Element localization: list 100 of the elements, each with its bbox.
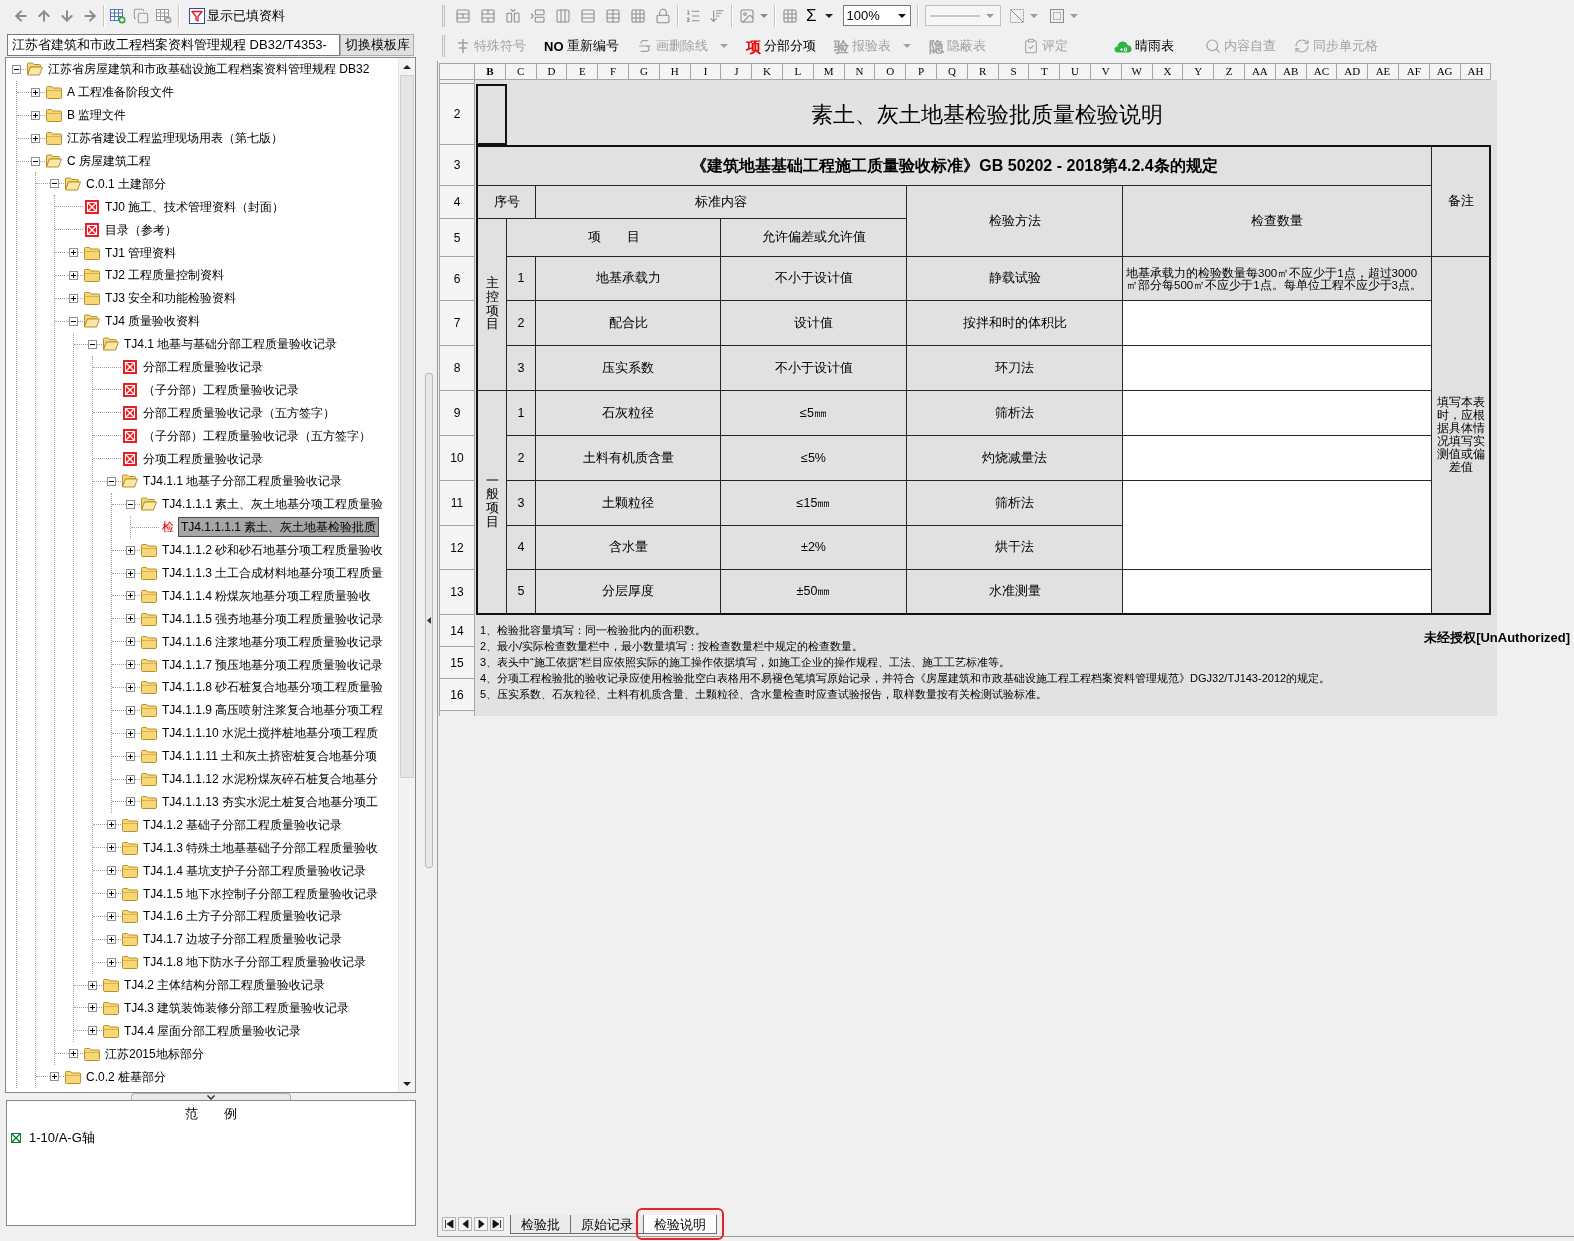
tree-item[interactable]: TJ4.1.1 地基子分部工程质量验收记录 — [140, 471, 346, 492]
tree-item[interactable]: 分项工程质量验收记录 — [140, 448, 266, 469]
sum-button[interactable]: Σ — [804, 7, 819, 24]
column-header[interactable]: AA — [1244, 63, 1276, 80]
tree-item[interactable]: TJ4.1.1.12 水泥粉煤灰碎石桩复合地基分 — [159, 769, 382, 790]
column-header[interactable]: V — [1090, 63, 1122, 80]
tree-item[interactable]: TJ4.1.6 土方子分部工程质量验收记录 — [140, 906, 346, 927]
column-header[interactable]: F — [598, 63, 629, 80]
plus-box-icon[interactable] — [126, 545, 135, 555]
tree-item[interactable]: TJ4.4 屋面分部工程质量验收记录 — [121, 1020, 305, 1041]
column-header[interactable]: U — [1060, 63, 1091, 80]
plus-box-icon[interactable] — [88, 980, 97, 990]
plus-box-icon[interactable] — [107, 957, 116, 967]
switch-template-button[interactable]: 切换模板库 — [340, 34, 414, 56]
tree-item[interactable]: TJ4.1.1.6 注浆地基分项工程质量验收记录 — [159, 631, 387, 652]
sheet-tab[interactable]: 原始记录 — [570, 1215, 644, 1234]
lock-icon[interactable] — [655, 7, 671, 24]
tree-item[interactable]: TJ3 安全和功能检验资料 — [102, 288, 240, 309]
plus-box-icon[interactable] — [126, 683, 135, 692]
plus-box-icon[interactable] — [126, 774, 135, 784]
row-header[interactable]: 3 — [439, 145, 475, 186]
scroll-thumb[interactable] — [400, 75, 414, 778]
tree-item[interactable]: TJ4.1.1.2 砂和砂石地基分项工程质量验收 — [159, 540, 387, 561]
column-header[interactable]: L — [782, 63, 814, 80]
row-header[interactable]: 6 — [439, 257, 475, 301]
column-header[interactable]: AF — [1398, 63, 1430, 80]
row-header[interactable]: 16 — [439, 679, 475, 711]
row-header[interactable]: 2 — [439, 84, 475, 145]
plus-box-icon[interactable] — [50, 1072, 59, 1082]
triangle-down-icon[interactable] — [403, 1081, 411, 1086]
tree-item[interactable]: TJ4.1 地基与基础分部工程质量验收记录 — [121, 334, 341, 355]
tree-item[interactable]: C.0.2 桩基部分 — [83, 1066, 169, 1087]
column-header[interactable]: X — [1152, 63, 1184, 80]
row-header[interactable]: 13 — [439, 570, 475, 615]
row-header[interactable]: 4 — [439, 186, 475, 219]
row-header[interactable]: 5 — [439, 219, 475, 257]
plus-box-icon[interactable] — [126, 614, 135, 624]
plus-box-icon[interactable] — [69, 293, 78, 303]
minus-box-icon[interactable] — [31, 156, 40, 166]
square-border-icon[interactable] — [1048, 7, 1065, 24]
plus-box-icon[interactable] — [126, 591, 135, 601]
caret-down-icon[interactable] — [897, 13, 906, 18]
selected-cell[interactable] — [476, 84, 507, 145]
tree-item[interactable]: （子分部）工程质量验收记录 — [140, 379, 302, 400]
column-header[interactable]: AD — [1337, 63, 1369, 80]
plus-box-icon[interactable] — [107, 843, 116, 853]
triangle-up-icon[interactable] — [403, 64, 411, 69]
plus-box-icon[interactable] — [69, 270, 78, 280]
column-header[interactable]: C — [505, 63, 537, 80]
tree-item[interactable]: TJ4.1.7 边坡子分部工程质量验收记录 — [140, 929, 346, 950]
tree-item[interactable]: TJ4.1.1.10 水泥土搅拌桩地基分项工程质 — [159, 723, 382, 744]
tree-item[interactable]: 江苏2015地标部分 — [102, 1043, 207, 1064]
insert-row-icon[interactable] — [530, 7, 546, 24]
insert-column-icon[interactable] — [505, 7, 521, 24]
minus-box-icon[interactable] — [107, 476, 116, 486]
tree-item[interactable]: （子分部）工程质量验收记录（五方签字） — [140, 425, 374, 446]
tree-item[interactable]: TJ4.1.4 基坑支护子分部工程质量验收记录 — [140, 860, 370, 881]
plus-box-icon[interactable] — [107, 934, 116, 944]
column-header[interactable]: AG — [1429, 63, 1461, 80]
sheet-tab[interactable]: 检验批 — [510, 1215, 571, 1234]
plus-box-icon[interactable] — [107, 889, 116, 898]
tree-item[interactable]: TJ4.2 主体结构分部工程质量验收记录 — [121, 975, 329, 996]
toolbar-button[interactable]: 项 分部分项 — [745, 34, 816, 58]
column-header[interactable]: G — [629, 63, 660, 80]
tree-item[interactable]: TJ4.1.3 特殊土地基基础子分部工程质量验收 — [140, 837, 382, 858]
arrow-right-icon[interactable] — [82, 8, 98, 24]
tree-item[interactable]: TJ4.1.2 基础子分部工程质量验收记录 — [140, 814, 346, 835]
minus-box-icon[interactable] — [69, 316, 78, 326]
minus-box-icon[interactable] — [12, 64, 21, 74]
tree-item[interactable]: TJ4.3 建筑装饰装修分部工程质量验收记录 — [121, 997, 353, 1018]
column-header[interactable]: Q — [936, 63, 968, 80]
minus-box-icon[interactable] — [50, 179, 59, 189]
merge-cells-icon[interactable] — [480, 7, 496, 24]
column-header[interactable]: D — [536, 63, 568, 80]
filter-button[interactable]: 显示已填资料 — [189, 6, 285, 26]
tree-item[interactable]: TJ4.1.1.4 粉煤灰地基分项工程质量验收 — [159, 585, 375, 606]
toolbar-button[interactable]: 晴雨表 — [1113, 34, 1174, 58]
toolbar-grip[interactable] — [442, 4, 445, 27]
tree-item[interactable]: C.0.1 土建部分 — [83, 173, 169, 194]
plus-box-icon[interactable] — [107, 820, 116, 830]
row-header[interactable]: 10 — [439, 436, 475, 481]
column-header[interactable]: AE — [1368, 63, 1399, 80]
tree-item[interactable]: B 监理文件 — [64, 105, 130, 126]
plus-box-icon[interactable] — [126, 751, 135, 761]
plus-box-icon[interactable] — [88, 1026, 97, 1036]
plus-box-icon[interactable] — [107, 866, 116, 876]
plus-box-icon[interactable] — [31, 133, 40, 143]
input-cell[interactable] — [1123, 570, 1431, 613]
plus-box-icon[interactable] — [126, 705, 135, 715]
split-cells-icon[interactable] — [455, 7, 471, 24]
column-header[interactable]: B — [475, 63, 506, 80]
tree-item[interactable]: TJ4 质量验收资料 — [102, 311, 204, 332]
minus-box-icon[interactable] — [126, 499, 135, 509]
tree-item[interactable]: 目录（参考） — [102, 219, 180, 240]
column-header[interactable]: T — [1029, 63, 1061, 80]
chevron-down-icon[interactable] — [206, 1094, 215, 1100]
tree-item[interactable]: TJ4.1.1.13 夯实水泥土桩复合地基分项工 — [159, 791, 382, 812]
input-cell[interactable] — [1123, 301, 1431, 345]
minus-box-icon[interactable] — [88, 339, 97, 349]
row-header[interactable]: 8 — [439, 346, 475, 391]
